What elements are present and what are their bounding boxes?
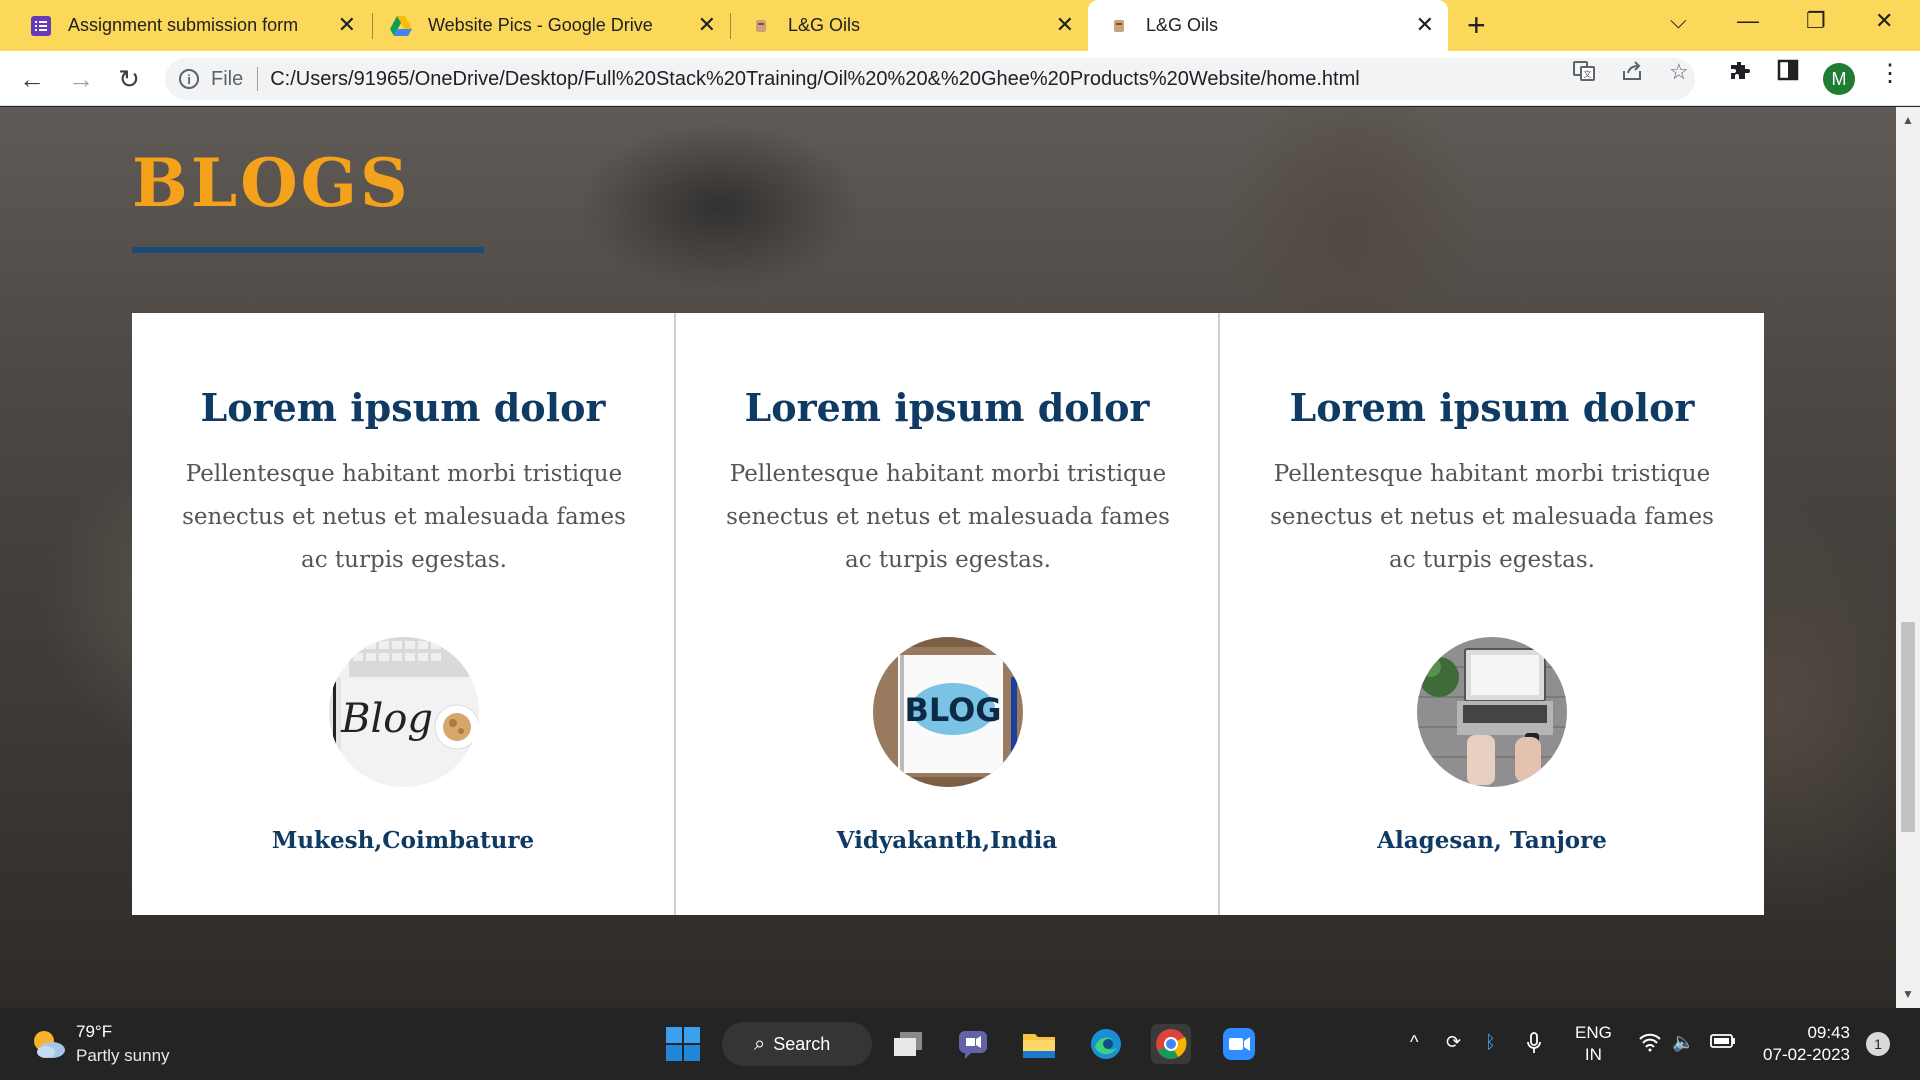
new-tab-button[interactable]: + (1467, 8, 1486, 42)
heading-underline (132, 247, 484, 253)
card-author: Vidyakanth,India (836, 827, 1058, 854)
blogs-heading: BLOGS (132, 144, 411, 222)
sync-icon[interactable]: ⟳ (1446, 1032, 1461, 1053)
card-title: Lorem ipsum dolor (744, 385, 1150, 430)
card-text: Pellentesque habitant morbi tristique se… (726, 461, 1170, 573)
card-author: Alagesan, Tanjore (1377, 827, 1607, 854)
blog-keyboard-image: Blog (329, 637, 479, 787)
blog-card: Lorem ipsum dolor Pellentesque habitant … (132, 313, 676, 915)
weather-partly-sunny-icon[interactable] (30, 1028, 66, 1060)
file-explorer-icon[interactable] (1019, 1024, 1059, 1064)
weather-condition[interactable]: Partly sunny (76, 1046, 170, 1066)
tab-assignment[interactable]: Assignment submission form ✕ (0, 0, 370, 51)
card-author: Mukesh,Coimbature (271, 827, 535, 854)
input-language[interactable]: ENG IN (1575, 1022, 1612, 1066)
bluetooth-icon[interactable]: ᛒ (1485, 1032, 1496, 1053)
tab-title: Website Pics - Google Drive (428, 15, 653, 35)
profile-avatar[interactable]: M (1823, 63, 1855, 95)
forward-icon[interactable]: → (65, 63, 97, 95)
side-panel-icon[interactable] (1777, 59, 1799, 87)
notification-badge[interactable]: 1 (1866, 1032, 1890, 1056)
battery-icon[interactable] (1710, 1032, 1736, 1055)
wifi-icon[interactable] (1638, 1032, 1662, 1057)
scroll-thumb[interactable] (1901, 622, 1915, 832)
close-tab-icon[interactable]: ✕ (1416, 12, 1434, 38)
close-tab-icon[interactable]: ✕ (1056, 12, 1074, 38)
tab-lg-oils-active[interactable]: L&G Oils ✕ (1088, 0, 1448, 51)
info-icon[interactable]: i (179, 69, 199, 89)
card-title: Lorem ipsum dolor (200, 385, 606, 430)
windows-taskbar: 79°F Partly sunny ⌕ Search ^ ⟳ ᛒ ENG IN … (0, 1008, 1920, 1080)
tab-title: L&G Oils (788, 15, 861, 35)
share-icon[interactable] (1620, 59, 1644, 89)
tab-google-drive[interactable]: Website Pics - Google Drive ✕ (372, 0, 730, 51)
blog-card: Lorem ipsum dolor Pellentesque habitant … (1220, 313, 1764, 915)
blog-cards: Lorem ipsum dolor Pellentesque habitant … (132, 313, 1764, 915)
microphone-icon[interactable] (1526, 1032, 1542, 1059)
site-favicon (1108, 15, 1130, 37)
clock[interactable]: 09:43 07-02-2023 (1752, 1022, 1850, 1066)
search-icon: ⌕ (754, 1032, 766, 1055)
teams-chat-icon[interactable] (953, 1024, 993, 1064)
task-view-icon[interactable] (888, 1024, 928, 1064)
divider (257, 67, 259, 91)
bookmark-star-icon[interactable]: ☆ (1669, 59, 1689, 85)
tab-search-chevron-icon[interactable]: ⌵ (1670, 8, 1687, 34)
tab-title: L&G Oils (1146, 15, 1219, 35)
weather-temperature[interactable]: 79°F (76, 1022, 112, 1042)
scroll-up-arrow-icon[interactable]: ▲ (1902, 113, 1914, 127)
search-label: Search (773, 1033, 831, 1054)
card-text: Pellentesque habitant morbi tristique se… (1270, 461, 1714, 573)
edge-browser-icon[interactable] (1086, 1024, 1126, 1064)
region-code: IN (1584, 1045, 1602, 1064)
forms-icon (30, 15, 52, 37)
menu-kebab-icon[interactable]: ⋮ (1878, 59, 1902, 88)
volume-icon[interactable]: 🔈 (1672, 1032, 1694, 1053)
address-bar[interactable]: i File C:/Users/91965/OneDrive/Desktop/F… (165, 58, 1695, 100)
site-favicon (750, 15, 772, 37)
reload-icon[interactable]: ↻ (113, 63, 145, 95)
language-code: ENG (1575, 1023, 1612, 1042)
page-viewport: BLOGS Lorem ipsum dolor Pellentesque hab… (0, 107, 1896, 1008)
clock-date: 07-02-2023 (1763, 1045, 1850, 1064)
url-text[interactable]: C:/Users/91965/OneDrive/Desktop/Full%20S… (270, 68, 1359, 91)
tab-strip: Assignment submission form ✕ Website Pic… (0, 0, 1920, 51)
close-tab-icon[interactable]: ✕ (698, 12, 716, 38)
browser-toolbar: ← → ↻ i File C:/Users/91965/OneDrive/Des… (0, 51, 1920, 106)
card-text: Pellentesque habitant morbi tristique se… (182, 461, 626, 573)
google-drive-icon (390, 15, 412, 37)
windows-start-icon[interactable] (663, 1024, 703, 1064)
blog-laptop-image (1417, 637, 1567, 787)
blog-board-image: BLOG (873, 637, 1023, 787)
back-icon[interactable]: ← (16, 63, 48, 95)
page-scrollbar[interactable]: ▲ ▼ (1896, 107, 1920, 1008)
scroll-down-arrow-icon[interactable]: ▼ (1902, 987, 1914, 1001)
chrome-browser-icon[interactable] (1151, 1024, 1191, 1064)
blog-card: Lorem ipsum dolor Pellentesque habitant … (676, 313, 1220, 915)
scheme-label: File (211, 67, 244, 90)
close-window-icon[interactable]: ✕ (1875, 8, 1893, 34)
restore-icon[interactable]: ❐ (1806, 8, 1826, 34)
show-hidden-icons-chevron-icon[interactable]: ^ (1410, 1032, 1418, 1053)
clock-time: 09:43 (1807, 1023, 1850, 1042)
taskbar-search[interactable]: ⌕ Search (722, 1022, 872, 1066)
tab-lg-oils[interactable]: L&G Oils ✕ (730, 0, 1088, 51)
svg-text:Blog: Blog (340, 696, 433, 742)
translate-icon[interactable]: 文 (1572, 59, 1596, 89)
close-tab-icon[interactable]: ✕ (338, 12, 356, 38)
svg-text:文: 文 (1584, 69, 1592, 79)
zoom-app-icon[interactable] (1219, 1024, 1259, 1064)
screen: Assignment submission form ✕ Website Pic… (0, 0, 1920, 1080)
card-title: Lorem ipsum dolor (1289, 385, 1695, 430)
tab-title: Assignment submission form (68, 15, 299, 35)
svg-text:BLOG: BLOG (904, 691, 1001, 729)
minimize-icon[interactable]: — (1737, 8, 1759, 34)
extensions-icon[interactable] (1728, 59, 1752, 89)
